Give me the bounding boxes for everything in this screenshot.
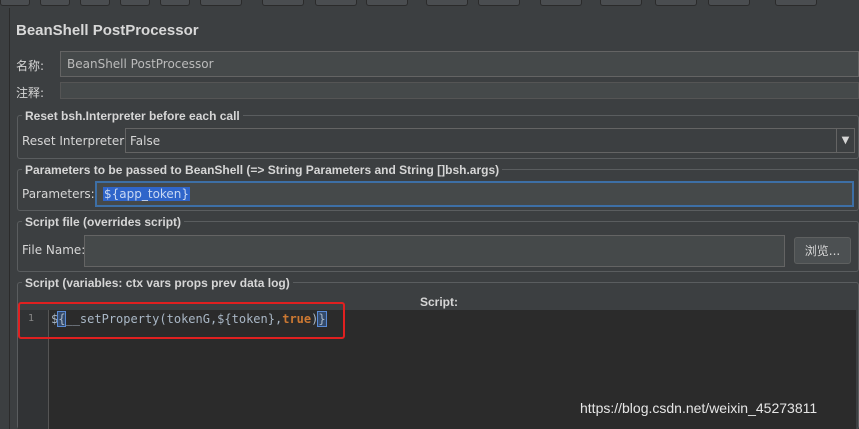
browse-button[interactable]: 浏览...: [794, 237, 851, 264]
code-line[interactable]: ${__setProperty(tokenG,${token},true)}: [51, 311, 327, 327]
file-name-input[interactable]: [84, 235, 785, 267]
toolbar-button[interactable]: [200, 0, 242, 6]
page-title: BeanShell PostProcessor: [16, 22, 199, 39]
toolbar-button[interactable]: [262, 0, 304, 6]
chevron-down-icon[interactable]: ▼: [836, 129, 854, 152]
toolbar-button[interactable]: [120, 0, 150, 6]
reset-interpreter-label: Reset Interpreter:: [22, 134, 129, 148]
comment-label: 注释:: [16, 86, 45, 100]
reset-group-legend: Reset bsh.Interpreter before each call: [22, 109, 243, 123]
parameters-value: ${app_token}: [103, 187, 191, 201]
toolbar-button[interactable]: [160, 0, 190, 6]
name-field[interactable]: BeanShell PostProcessor: [60, 51, 859, 77]
parameters-group-legend: Parameters to be passed to BeanShell (=>…: [22, 163, 503, 177]
toolbar-button[interactable]: [426, 0, 468, 6]
name-label: 名称:: [16, 59, 45, 73]
toolbar-strip: [0, 0, 859, 8]
code-close-brace: }: [317, 311, 327, 327]
script-group-legend: Script (variables: ctx vars props prev d…: [22, 276, 293, 290]
reset-interpreter-select[interactable]: False ▼: [125, 128, 855, 153]
toolbar-button[interactable]: [0, 0, 30, 6]
toolbar-button[interactable]: [366, 0, 408, 6]
reset-interpreter-value: False: [130, 133, 161, 148]
toolbar-button[interactable]: [600, 0, 642, 6]
code-body: __setProperty(tokenG,${token},: [65, 312, 283, 326]
toolbar-button[interactable]: [708, 0, 750, 6]
script-file-legend: Script file (overrides script): [22, 215, 185, 229]
toolbar-button[interactable]: [40, 0, 70, 6]
comment-field[interactable]: [60, 82, 859, 99]
toolbar-button[interactable]: [775, 0, 817, 6]
toolbar-button[interactable]: [80, 0, 110, 6]
script-header: Script:: [420, 295, 459, 309]
file-name-label: File Name:: [22, 243, 86, 257]
toolbar-button[interactable]: [540, 0, 582, 6]
toolbar-button[interactable]: [315, 0, 357, 6]
line-number: 1: [28, 313, 35, 324]
toolbar-button[interactable]: [655, 0, 697, 6]
line-gutter: 1: [18, 310, 49, 429]
parameters-input[interactable]: ${app_token}: [95, 181, 854, 207]
code-keyword: true: [282, 312, 312, 326]
toolbar-button[interactable]: [478, 0, 520, 6]
watermark: https://blog.csdn.net/weixin_45273811: [580, 400, 818, 416]
parameters-label: Parameters:: [22, 187, 95, 201]
